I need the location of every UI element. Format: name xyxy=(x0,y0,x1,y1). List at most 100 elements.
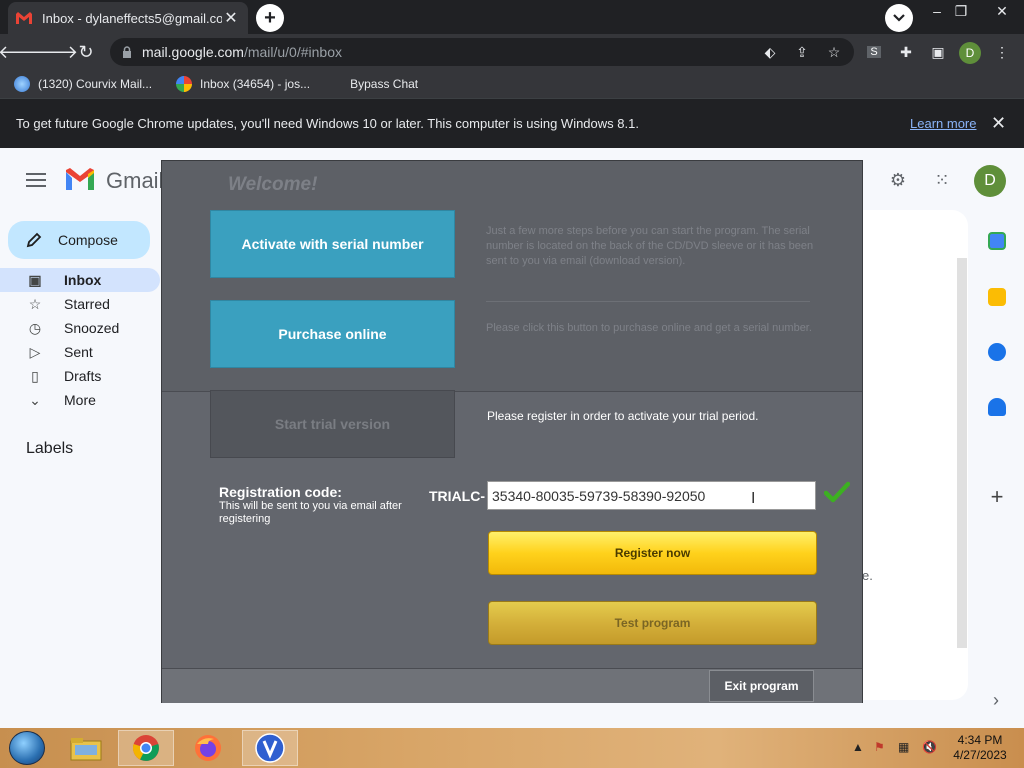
chevron-down-icon: ⌄ xyxy=(29,391,41,408)
url-path: /mail/u/0/#inbox xyxy=(243,44,342,60)
gmail-logo-icon xyxy=(66,168,94,190)
main-menu-icon[interactable] xyxy=(26,173,46,187)
taskbar-file-explorer[interactable] xyxy=(58,730,114,766)
volume-muted-icon[interactable]: 🔇 xyxy=(922,740,937,754)
reload-button[interactable]: ↻ xyxy=(72,38,100,66)
bookmark-label: (1320) Courvix Mail... xyxy=(38,77,153,91)
taskbar-firefox[interactable] xyxy=(180,730,236,766)
gmail-nav: ▣ Inbox ☆ Starred ◷ Snoozed ▷ Sent ▯ Dra… xyxy=(0,268,160,412)
nav-item-more[interactable]: ⌄ More xyxy=(0,388,160,412)
bookmark-inbox[interactable]: Inbox (34654) - jos... xyxy=(176,76,310,92)
welcome-title: Welcome! xyxy=(228,174,318,195)
registration-code-label: Registration code: xyxy=(219,484,342,500)
profile-avatar[interactable]: D xyxy=(959,42,981,64)
registration-code-hint: This will be sent to you via email after… xyxy=(219,500,402,525)
registration-code-input[interactable] xyxy=(487,481,816,510)
scrollbar[interactable] xyxy=(957,258,967,648)
purchase-description: Please click this button to purchase onl… xyxy=(486,322,812,334)
clock-date: 4/27/2023 xyxy=(953,748,1007,762)
nav-item-drafts[interactable]: ▯ Drafts xyxy=(0,364,160,388)
learn-more-link[interactable]: Learn more xyxy=(910,116,976,131)
extension-s-icon[interactable]: S xyxy=(864,42,884,62)
taskbar-clock[interactable]: 4:34 PM 4/27/2023 xyxy=(950,733,1010,763)
compose-label: Compose xyxy=(58,232,118,248)
registration-dialog: Welcome! Activate with serial number Jus… xyxy=(161,160,863,703)
windows-taskbar: ▲ ⚑ ▦ 🔇 4:34 PM 4/27/2023 xyxy=(0,728,1024,768)
globe-icon xyxy=(14,76,30,92)
browser-tab-inbox[interactable]: Inbox - dylaneffects5@gmail.com ✕ xyxy=(8,2,248,34)
bookmark-star-icon[interactable]: ☆ xyxy=(824,42,844,62)
close-window-button[interactable]: ✕ xyxy=(984,0,1020,22)
nav-label: Drafts xyxy=(64,368,102,384)
chevron-right-icon[interactable]: › xyxy=(984,688,1008,712)
register-now-button[interactable]: Register now xyxy=(488,531,817,575)
lock-icon xyxy=(123,46,131,58)
install-app-icon[interactable]: ⬖ xyxy=(760,42,780,62)
show-hidden-icons[interactable]: ▲ xyxy=(852,740,864,754)
google-icon xyxy=(176,76,193,92)
exit-program-button[interactable]: Exit program xyxy=(709,670,814,702)
nav-item-sent[interactable]: ▷ Sent xyxy=(0,340,160,364)
tab-search-button[interactable] xyxy=(885,4,913,32)
bookmarks-bar: (1320) Courvix Mail... Inbox (34654) - j… xyxy=(0,70,1024,98)
restore-window-button[interactable]: ❐ xyxy=(946,0,976,22)
nav-label: Snoozed xyxy=(64,320,120,336)
forward-button[interactable]: 🡒 xyxy=(30,38,78,66)
url-host: mail.google.com xyxy=(142,44,244,60)
calendar-icon[interactable] xyxy=(988,232,1006,250)
mail-list-pane xyxy=(862,210,968,700)
tab-close-icon[interactable]: ✕ xyxy=(222,9,240,27)
network-icon[interactable]: ▦ xyxy=(898,740,909,754)
clock-time: 4:34 PM xyxy=(957,733,1003,747)
apps-grid-icon[interactable]: ⁙ xyxy=(930,168,954,192)
purchase-online-button[interactable]: Purchase online xyxy=(210,300,455,368)
account-avatar[interactable]: D xyxy=(974,165,1006,197)
start-orb-icon[interactable] xyxy=(9,731,45,765)
infobar-message: To get future Google Chrome updates, you… xyxy=(16,116,639,131)
compose-button[interactable]: Compose xyxy=(8,221,150,259)
clock-icon: ◷ xyxy=(28,319,42,336)
start-trial-button[interactable]: Start trial version xyxy=(210,390,455,458)
extensions-puzzle-icon[interactable]: ✚ xyxy=(896,42,916,62)
chrome-menu-icon[interactable]: ⋮ xyxy=(992,42,1012,62)
star-icon: ☆ xyxy=(28,295,42,312)
share-icon[interactable]: ⇪ xyxy=(792,42,812,62)
draft-file-icon: ▯ xyxy=(31,367,39,384)
folder-icon xyxy=(70,738,102,761)
taskbar-v-app[interactable] xyxy=(242,730,298,766)
activate-serial-button[interactable]: Activate with serial number xyxy=(210,210,455,278)
firefox-icon xyxy=(195,735,221,761)
nav-item-inbox[interactable]: ▣ Inbox xyxy=(0,268,160,292)
new-tab-button[interactable]: + xyxy=(256,4,284,32)
chevron-down-icon xyxy=(893,14,905,22)
nav-label: Inbox xyxy=(64,272,102,288)
action-center-flag-icon[interactable]: ⚑ xyxy=(874,740,885,754)
nav-label: Starred xyxy=(64,296,110,312)
settings-gear-icon[interactable]: ⚙ xyxy=(886,168,910,192)
tasks-icon[interactable] xyxy=(988,343,1006,361)
pencil-icon xyxy=(26,232,42,248)
side-panel-icon[interactable]: ▣ xyxy=(928,42,948,62)
activate-description: Just a few more steps before you can sta… xyxy=(486,225,814,267)
update-infobar: To get future Google Chrome updates, you… xyxy=(0,98,1024,148)
bookmark-label: Inbox (34654) - jos... xyxy=(200,77,311,91)
address-bar[interactable]: mail.google.com/mail/u/0/#inbox xyxy=(110,38,854,66)
contacts-icon[interactable] xyxy=(988,398,1006,416)
keep-icon[interactable] xyxy=(988,288,1006,306)
labels-heading: Labels xyxy=(26,440,74,457)
inbox-icon: ▣ xyxy=(28,271,42,288)
v-app-icon xyxy=(255,733,285,763)
gmail-favicon-icon xyxy=(16,12,32,24)
add-app-icon[interactable]: + xyxy=(985,484,1009,509)
text-cursor-icon: I xyxy=(751,490,756,507)
nav-item-snoozed[interactable]: ◷ Snoozed xyxy=(0,316,160,340)
bookmark-courvix[interactable]: (1320) Courvix Mail... xyxy=(14,76,152,92)
test-program-button[interactable]: Test program xyxy=(488,601,817,645)
nav-item-starred[interactable]: ☆ Starred xyxy=(0,292,160,316)
chrome-icon xyxy=(132,735,159,761)
bookmark-bypass-chat[interactable]: Bypass Chat xyxy=(350,77,418,91)
gmail-brand: Gmail xyxy=(106,168,164,193)
taskbar-chrome[interactable] xyxy=(118,730,174,766)
checkmark-icon xyxy=(824,481,850,503)
close-icon[interactable]: ✕ xyxy=(991,113,1006,134)
